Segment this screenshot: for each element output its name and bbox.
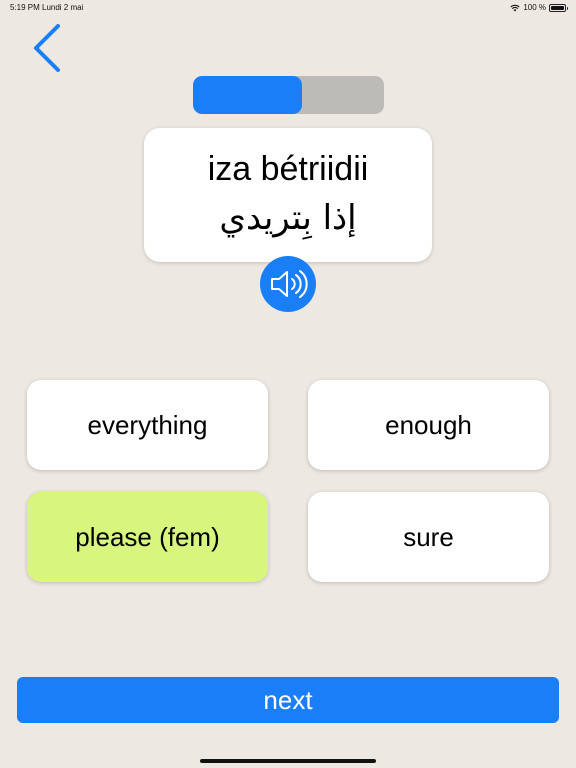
home-indicator[interactable] [200, 759, 376, 763]
word-arabic: إذا بِتريدي [219, 198, 357, 238]
status-date: Lundi 2 mai [42, 3, 84, 12]
option-label: enough [385, 409, 472, 440]
chevron-left-icon [28, 22, 68, 74]
battery-icon [549, 3, 568, 12]
speaker-icon [268, 268, 308, 300]
status-bar: 5:19 PM Lundi 2 mai 100 % [0, 0, 576, 14]
option-everything[interactable]: everything [27, 380, 268, 470]
word-transliteration: iza bétriidii [207, 150, 369, 188]
status-right: 100 % [510, 3, 568, 12]
next-button[interactable]: next [17, 677, 559, 723]
back-button[interactable] [28, 22, 68, 74]
option-label: everything [87, 409, 208, 440]
progress-fill [193, 76, 302, 114]
wifi-icon [510, 4, 520, 12]
option-label: please (fem) [75, 521, 220, 552]
battery-percent: 100 % [523, 3, 546, 12]
option-sure[interactable]: sure [308, 492, 549, 582]
option-enough[interactable]: enough [308, 380, 549, 470]
progress-bar [193, 76, 384, 114]
next-label: next [263, 684, 313, 715]
option-label: sure [403, 521, 454, 552]
option-please-fem[interactable]: please (fem) [27, 492, 268, 582]
word-card: iza bétriidii إذا بِتريدي [144, 128, 432, 262]
status-time: 5:19 PM [10, 3, 40, 12]
play-audio-button[interactable] [260, 256, 316, 312]
